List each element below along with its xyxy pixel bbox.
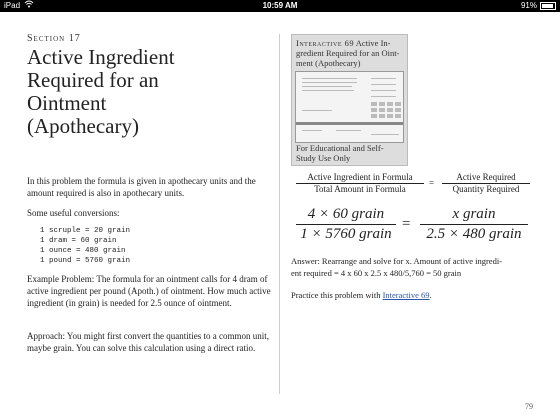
title-line: (Apothecary) — [27, 114, 139, 138]
thumb-line — [371, 90, 396, 91]
page-number: 79 — [525, 402, 533, 411]
fraction-denominator: Quantity Required — [452, 184, 520, 194]
conversions-heading: Some useful conversions: — [27, 208, 120, 218]
fraction-left: Active Ingredient in Formula Total Amoun… — [296, 172, 424, 195]
thumb-key — [387, 102, 393, 106]
interactive-card-footer: For Educational and Self- Study Use Only — [296, 143, 416, 163]
conversion-list: 1 scruple = 20 grain 1 dram = 60 grain 1… — [40, 226, 130, 266]
fraction-right: Active Required Quantity Required — [442, 172, 530, 195]
example-problem: Example Problem: The formula for an oint… — [27, 274, 271, 308]
thumb-line — [302, 86, 352, 87]
thumb-line — [302, 78, 357, 79]
title-line: Active Ingredient — [27, 45, 175, 69]
conversion-item: 1 pound = 5760 grain — [40, 257, 131, 265]
section-label: Section 17 — [27, 33, 81, 44]
interactive-title-line: gredient Required for an Oint- — [296, 48, 400, 58]
answer-paragraph: Answer: Rearrange and solve for x. Amoun… — [291, 255, 546, 279]
interactive-link[interactable]: Interactive 69 — [383, 290, 430, 300]
thumb-key — [371, 108, 377, 112]
thumb-bar — [296, 122, 403, 125]
footer-line: Study Use Only — [296, 153, 351, 163]
thumb-line — [371, 78, 396, 79]
thumb-line — [302, 130, 322, 131]
answer-line: ent required = 4 x 60 x 2.5 x 480/5,760 … — [291, 268, 462, 278]
interactive-title-line: ment (Apothecary) — [296, 58, 361, 68]
example-formula: 4 × 60 grain 1 × 5760 grain = x grain 2.… — [296, 205, 536, 251]
thumb-line — [336, 130, 361, 131]
thumb-line — [371, 96, 396, 97]
thumb-key — [395, 102, 401, 106]
left-column: Section 17 Active Ingredient Required fo… — [27, 33, 267, 138]
fraction-left: 4 × 60 grain 1 × 5760 grain — [296, 205, 396, 244]
equals-sign: = — [429, 178, 435, 188]
status-bar: iPad 10:59 AM 91% — [0, 0, 560, 12]
intro-paragraph: In this problem the formula is given in … — [27, 176, 256, 198]
thumb-key — [379, 108, 385, 112]
interactive-title-line: Active In- — [355, 38, 391, 48]
thumb-line — [302, 82, 357, 83]
interactive-card-header: Interactive 69 Active In- gredient Requi… — [292, 35, 407, 68]
thumb-line — [302, 110, 332, 111]
thumb-key — [387, 108, 393, 112]
title-line: Required for an — [27, 68, 159, 92]
practice-paragraph: Practice this problem with Interactive 6… — [291, 289, 432, 301]
thumb-key — [371, 114, 377, 118]
thumb-line — [302, 90, 354, 91]
footer-line: For Educational and Self- — [296, 143, 384, 153]
thumb-key — [379, 114, 385, 118]
answer-line: Answer: Rearrange and solve for x. Amoun… — [291, 256, 503, 266]
thumb-key — [395, 114, 401, 118]
title-line: Ointment — [27, 91, 107, 115]
thumb-key — [387, 114, 393, 118]
approach-paragraph: Approach: You might first convert the qu… — [27, 331, 269, 353]
fraction-numerator: 4 × 60 grain — [296, 205, 396, 225]
fraction-right: x grain 2.5 × 480 grain — [420, 205, 528, 244]
battery-percent: 91% — [520, 1, 537, 10]
interactive-thumbnail[interactable] — [295, 71, 404, 143]
page-divider — [279, 34, 280, 394]
interactive-label: Interactive 69 — [296, 38, 355, 48]
thumb-key — [371, 102, 377, 106]
page-title: Active Ingredient Required for an Ointme… — [27, 46, 267, 138]
interactive-card[interactable]: Interactive 69 Active In- gredient Requi… — [291, 34, 408, 166]
fraction-numerator: x grain — [420, 205, 528, 225]
conversion-item: 1 scruple = 20 grain — [40, 227, 131, 235]
thumb-line — [371, 134, 399, 135]
conversion-item: 1 ounce = 480 grain — [40, 247, 126, 255]
fraction-denominator: 2.5 × 480 grain — [426, 226, 522, 242]
fraction-numerator: Active Ingredient in Formula — [296, 172, 424, 184]
fraction-numerator: Active Required — [442, 172, 530, 184]
fraction-denominator: 1 × 5760 grain — [300, 226, 392, 242]
thumb-key — [395, 108, 401, 112]
general-formula: Active Ingredient in Formula Total Amoun… — [296, 172, 536, 198]
practice-prefix: Practice this problem with — [291, 290, 383, 300]
battery-icon — [540, 2, 556, 10]
fraction-denominator: Total Amount in Formula — [314, 184, 406, 194]
equals-sign: = — [402, 216, 411, 232]
thumb-line — [371, 84, 396, 85]
conversion-item: 1 dram = 60 grain — [40, 237, 117, 245]
thumb-key — [379, 102, 385, 106]
status-time: 10:59 AM — [262, 1, 298, 10]
practice-suffix: . — [429, 290, 432, 300]
